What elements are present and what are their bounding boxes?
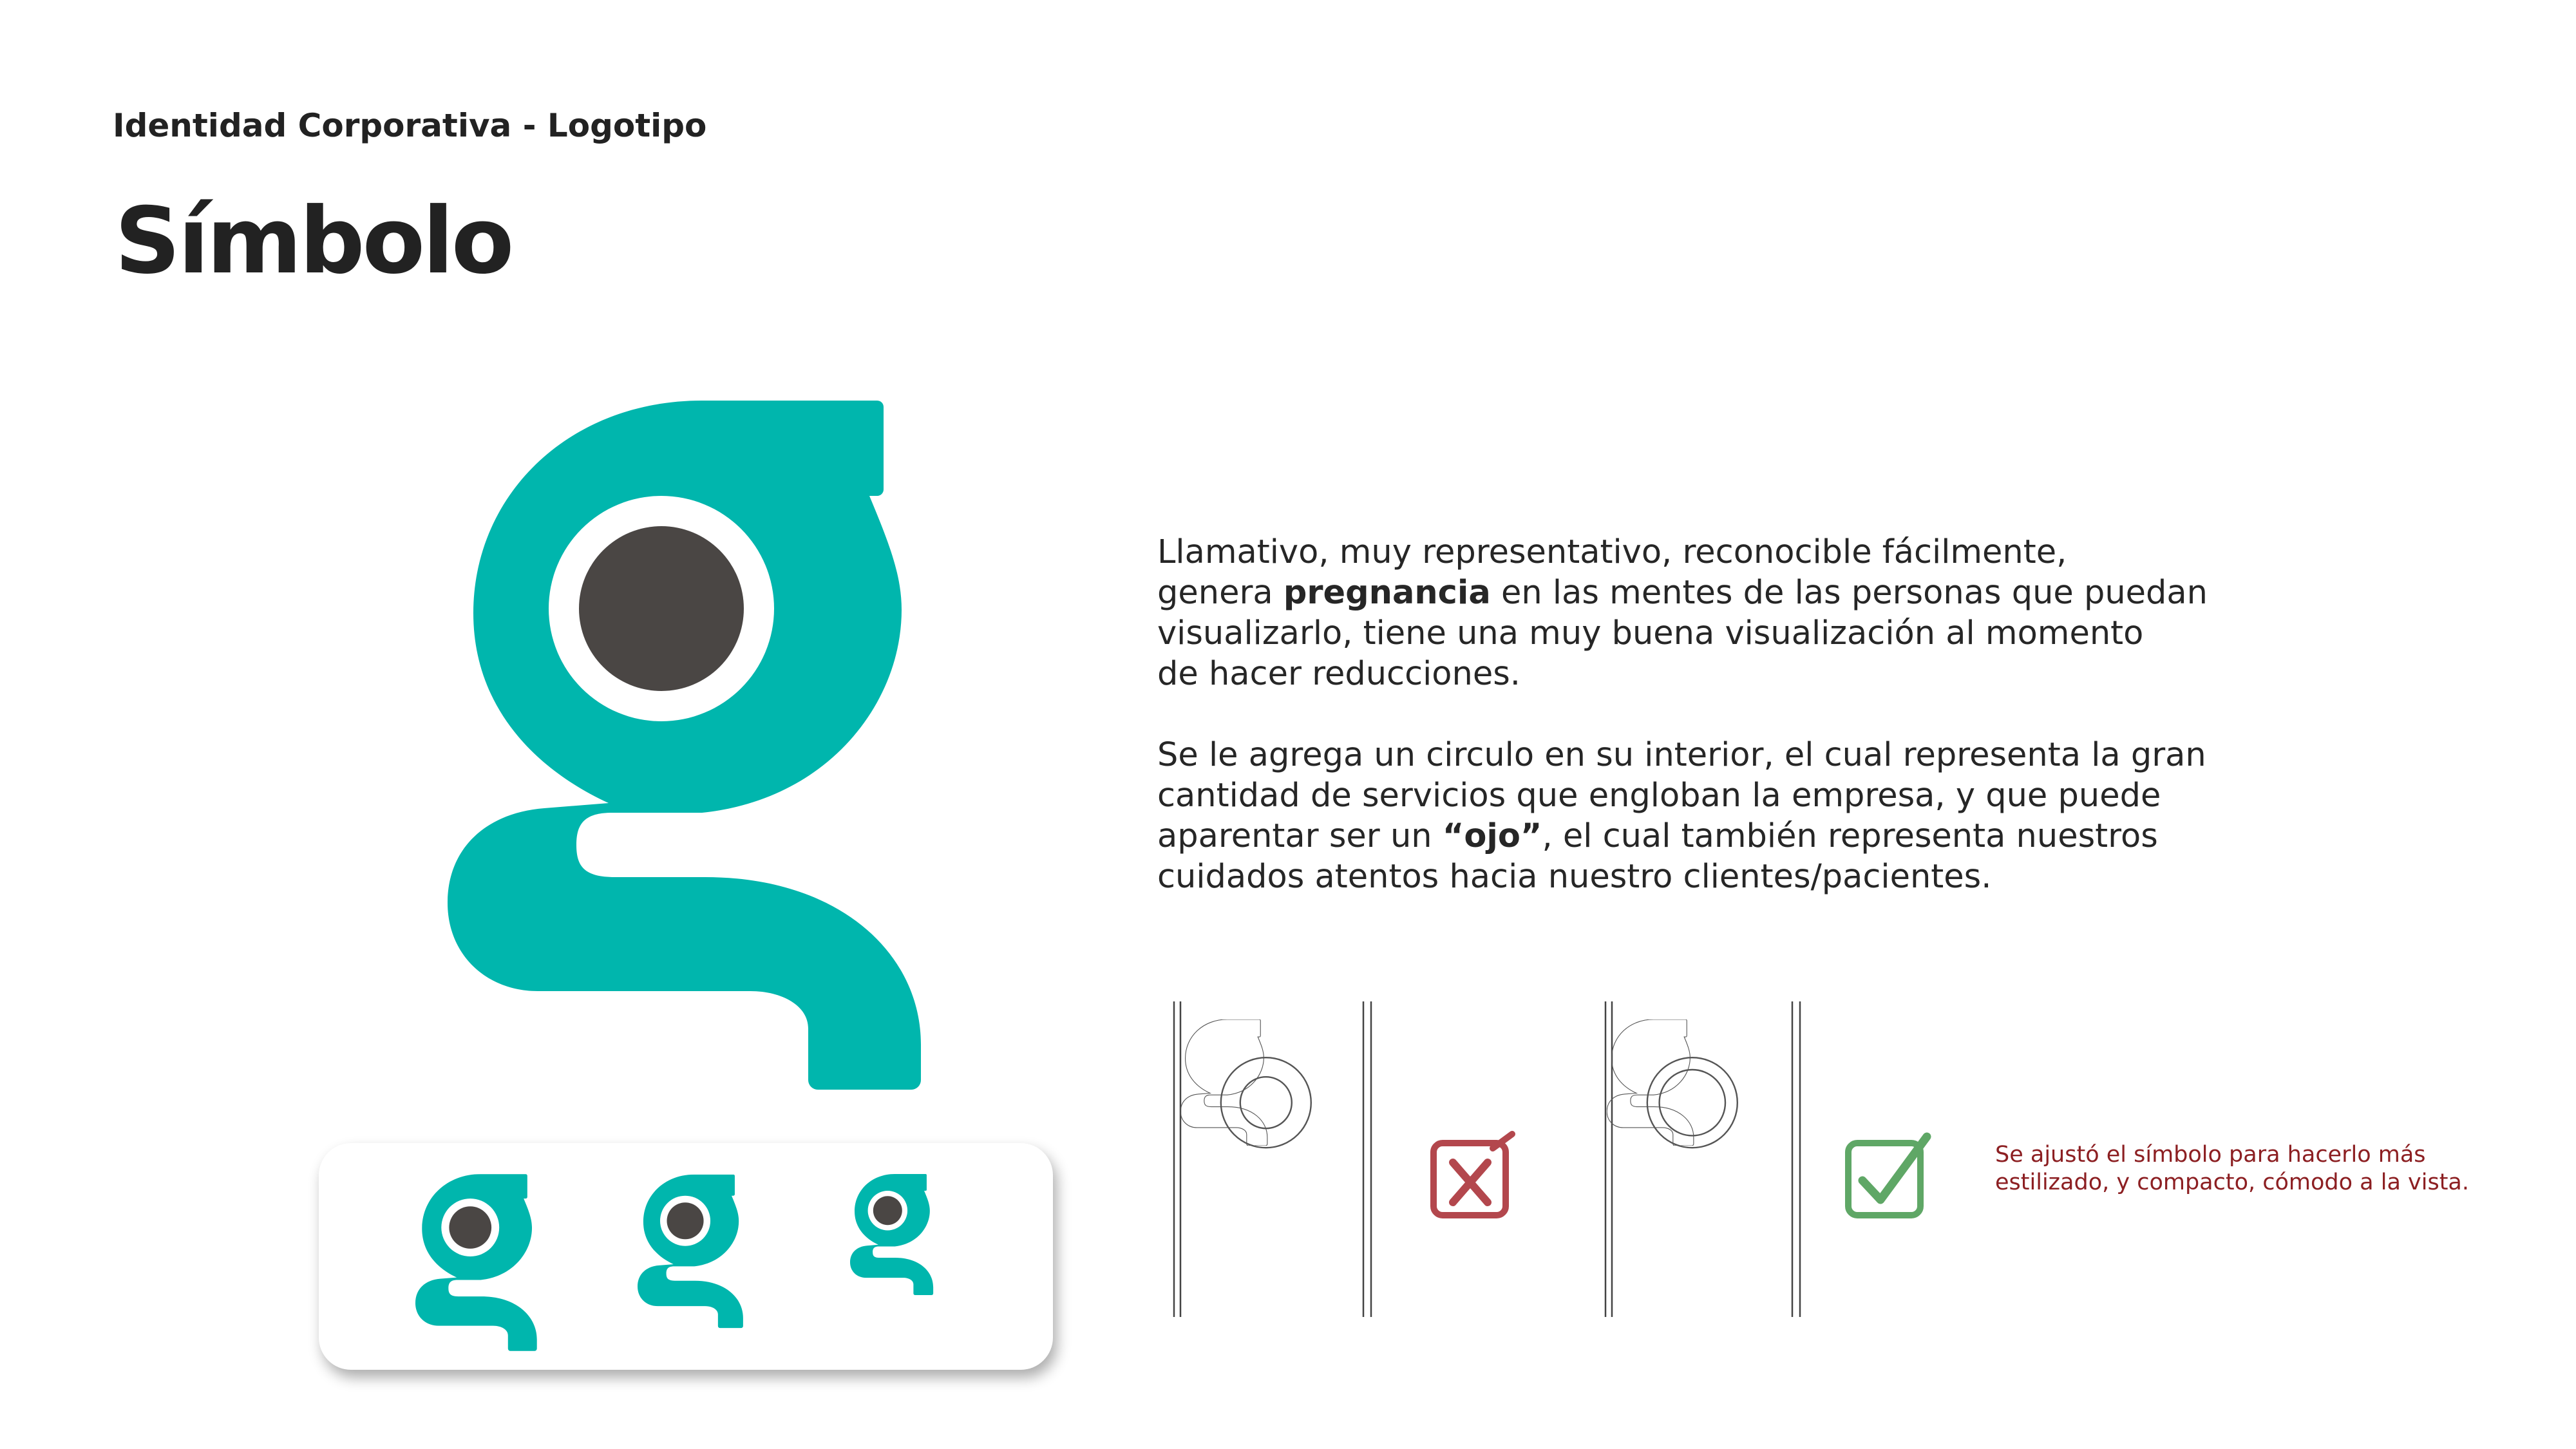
page-title: Símbolo — [115, 188, 514, 294]
description-paragraph-1: Llamativo, muy representativo, reconocib… — [1157, 533, 2208, 693]
old-symbol-outline — [1173, 1001, 1372, 1317]
adjustment-note: Se ajustó el símbolo para hacerlo más es… — [1995, 1142, 2470, 1195]
brand-symbol-large-variant — [415, 1174, 538, 1351]
symbol-description: Llamativo, muy representativo, reconocib… — [1157, 532, 2271, 897]
page-subtitle: Identidad Corporativa - Logotipo — [113, 107, 707, 144]
new-symbol-outline — [1604, 1001, 1801, 1317]
check-mark-icon — [1845, 1132, 1931, 1218]
highlight-ojo: “ojo” — [1442, 817, 1542, 855]
highlight-pregnancia: pregnancia — [1283, 574, 1491, 612]
description-paragraph-2: Se le agrega un circulo en su interior, … — [1157, 736, 2206, 896]
brand-symbol-small-variant — [850, 1174, 934, 1295]
brand-symbol-medium-variant — [638, 1174, 744, 1329]
brand-symbol-logo — [448, 401, 924, 1090]
size-variants-card — [319, 1143, 1053, 1370]
x-mark-icon — [1430, 1131, 1515, 1218]
